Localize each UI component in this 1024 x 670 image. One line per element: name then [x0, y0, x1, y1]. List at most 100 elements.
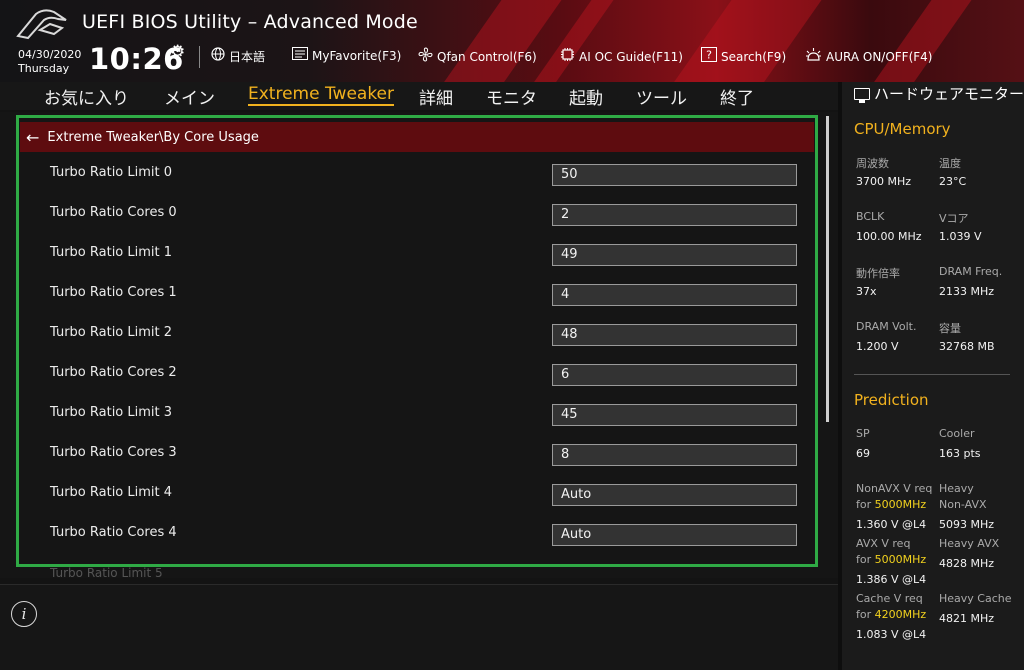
heavy-avx-value: 4828 MHz [939, 557, 995, 570]
prediction-heading: Prediction [854, 391, 929, 409]
setting-label-clipped: Turbo Ratio Limit 5 [50, 566, 163, 580]
menu-extreme-tweaker[interactable]: Extreme Tweaker [248, 84, 395, 106]
heavy-nonavx-label1: Heavy [939, 482, 974, 495]
setting-value-field[interactable]: 4 [552, 284, 797, 306]
dram-freq-value: 2133 MHz [939, 285, 995, 298]
menu-favorites[interactable]: お気に入り [44, 84, 129, 109]
search-label: Search(F9) [721, 49, 787, 64]
header-divider [199, 46, 200, 68]
nonavx-for-text: for [856, 498, 872, 511]
setting-value-field[interactable]: 6 [552, 364, 797, 386]
avx-for: for 5000MHz [856, 553, 926, 566]
qfan-label: Qfan Control(F6) [437, 49, 537, 64]
ratio-label: 動作倍率 [856, 267, 900, 280]
rog-logo-icon [16, 9, 67, 40]
setting-value-field[interactable]: 45 [552, 404, 797, 426]
qfan-control-button[interactable]: Qfan Control(F6) [418, 47, 537, 66]
menu-main[interactable]: メイン [164, 84, 215, 109]
ai-oc-label: AI OC Guide(F11) [579, 49, 683, 64]
panel-title: ハードウェアモニター [854, 86, 1024, 103]
capacity-value: 32768 MB [939, 340, 995, 353]
date-text: 04/30/2020 [18, 48, 82, 61]
setting-value-field[interactable]: 48 [552, 324, 797, 346]
cache-for-text: for [856, 608, 872, 621]
myfavorite-label: MyFavorite(F3) [312, 48, 402, 63]
cache-label: Cache V req [856, 592, 923, 605]
setting-label: Turbo Ratio Cores 2 [50, 365, 177, 380]
setting-label: Turbo Ratio Limit 0 [50, 165, 173, 180]
vcore-value: 1.039 V [939, 230, 982, 243]
heavy-nonavx-label2: Non-AVX [939, 498, 987, 511]
myfavorite-button[interactable]: MyFavorite(F3) [292, 47, 401, 64]
ai-oc-guide-button[interactable]: AI OC Guide(F11) [560, 47, 683, 66]
bclk-label: BCLK [856, 210, 885, 223]
breadcrumb[interactable]: ← Extreme Tweaker\By Core Usage [20, 122, 814, 152]
scrollbar[interactable] [826, 116, 829, 422]
cooler-label: Cooler [939, 427, 975, 440]
setting-value-field[interactable]: Auto [552, 484, 797, 506]
language-button[interactable]: 日本語 [211, 47, 265, 65]
bclk-value: 100.00 MHz [856, 230, 922, 243]
breadcrumb-path: Extreme Tweaker\By Core Usage [47, 129, 259, 145]
heavy-cache-label: Heavy Cache [939, 592, 1012, 605]
info-icon: i [11, 601, 37, 627]
dram-volt-value: 1.200 V [856, 340, 899, 353]
setting-label: Turbo Ratio Limit 2 [50, 325, 173, 340]
nonavx-for: for 5000MHz [856, 498, 926, 511]
title-bar: UEFI BIOS Utility – Advanced Mode 04/30/… [0, 0, 1024, 82]
menu-tool[interactable]: ツール [636, 84, 687, 109]
help-info-bar: i [0, 584, 838, 670]
setting-value-field[interactable]: 8 [552, 444, 797, 466]
aura-label: AURA ON/OFF(F4) [826, 49, 933, 64]
setting-value-field[interactable]: Auto [552, 524, 797, 546]
cpu-memory-heading: CPU/Memory [854, 120, 951, 138]
favorite-list-icon [292, 47, 308, 64]
temp-value: 23°C [939, 175, 967, 188]
freq-value: 3700 MHz [856, 175, 912, 188]
setting-label: Turbo Ratio Limit 3 [50, 405, 173, 420]
search-button[interactable]: ? Search(F9) [701, 47, 786, 66]
nonavx-freq: 5000MHz [874, 498, 927, 511]
date-display: 04/30/2020 Thursday [18, 48, 81, 76]
aura-button[interactable]: AURA ON/OFF(F4) [805, 47, 932, 66]
fan-icon [418, 47, 433, 66]
cache-freq: 4200MHz [874, 608, 927, 621]
cache-value: 1.083 V @L4 [856, 628, 927, 641]
header-decoration [661, 0, 829, 82]
aura-light-icon [805, 47, 822, 66]
panel-title-text: ハードウェアモニター [874, 85, 1024, 103]
setting-label: Turbo Ratio Cores 4 [50, 525, 177, 540]
setting-value-field[interactable]: 49 [552, 244, 797, 266]
help-search-icon: ? [701, 47, 717, 66]
nonavx-label: NonAVX V req [856, 482, 933, 495]
nonavx-value: 1.360 V @L4 [856, 518, 927, 531]
gear-icon[interactable]: ⚙ [170, 42, 185, 62]
freq-label: 周波数 [856, 157, 889, 170]
capacity-label: 容量 [939, 322, 961, 335]
language-label: 日本語 [229, 49, 266, 64]
svg-text:?: ? [706, 49, 712, 62]
avx-value: 1.386 V @L4 [856, 573, 927, 586]
settings-panel: ← Extreme Tweaker\By Core Usage Turbo Ra… [0, 112, 838, 580]
globe-icon [211, 47, 225, 65]
sp-value: 69 [856, 447, 870, 460]
ratio-value: 37x [856, 285, 877, 298]
menu-exit[interactable]: 終了 [720, 84, 754, 109]
setting-label: Turbo Ratio Cores 3 [50, 445, 177, 460]
setting-value-field[interactable]: 2 [552, 204, 797, 226]
ai-chip-icon [560, 47, 575, 66]
setting-value-field[interactable]: 50 [552, 164, 797, 186]
avx-label: AVX V req [856, 537, 911, 550]
menu-monitor[interactable]: モニタ [486, 84, 537, 109]
main-menu-bar: お気に入り メイン Extreme Tweaker 詳細 モニタ 起動 ツール … [0, 82, 838, 110]
menu-advanced[interactable]: 詳細 [419, 84, 453, 109]
menu-boot[interactable]: 起動 [569, 84, 603, 109]
cache-for: for 4200MHz [856, 608, 926, 621]
setting-label: Turbo Ratio Cores 1 [50, 285, 177, 300]
back-arrow-icon[interactable]: ← [26, 128, 39, 147]
heavy-cache-value: 4821 MHz [939, 612, 995, 625]
day-text: Thursday [18, 62, 70, 75]
avx-for-text: for [856, 553, 872, 566]
panel-divider [854, 374, 1010, 375]
cooler-value: 163 pts [939, 447, 981, 460]
